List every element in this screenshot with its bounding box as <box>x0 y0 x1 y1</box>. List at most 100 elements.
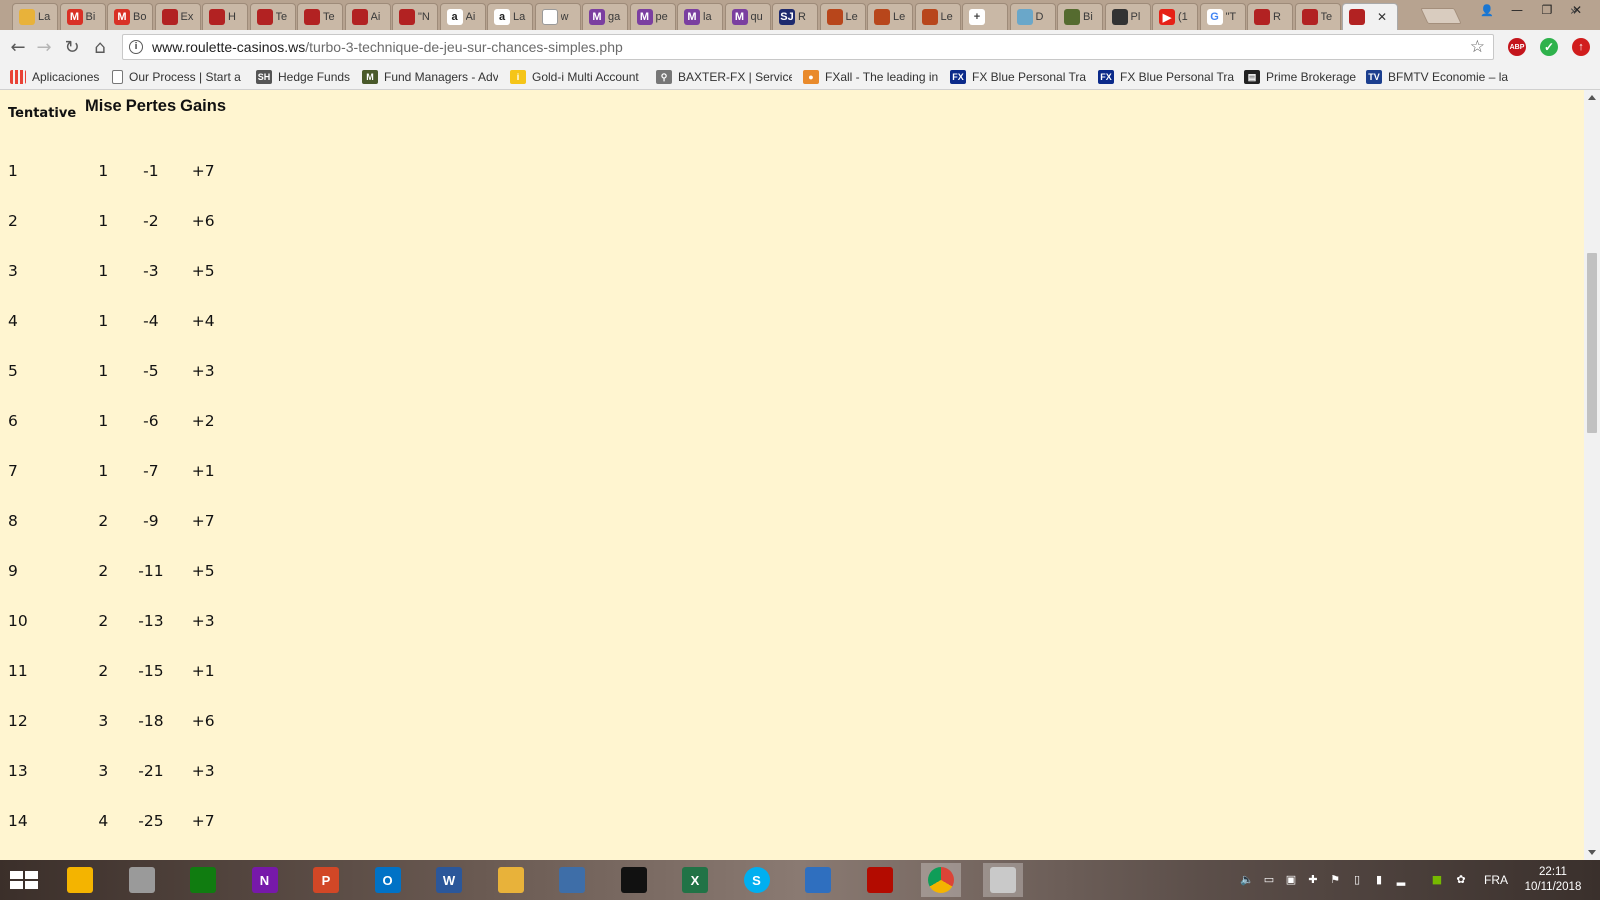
close-tab-icon[interactable]: ✕ <box>1377 10 1387 24</box>
browser-tab[interactable]: Mga <box>582 3 628 30</box>
taskbar-word-button[interactable]: W <box>429 863 469 897</box>
tray-window-icon[interactable]: ▭ <box>1262 872 1276 886</box>
bookmark-item[interactable]: i Gold-i Multi Account <box>510 68 644 86</box>
taskbar-owl-app-button[interactable] <box>552 863 592 897</box>
bookmarks-overflow-icon[interactable]: » <box>1570 4 1578 19</box>
taskbar-chrome-canary-button[interactable] <box>60 863 100 897</box>
browser-tab[interactable]: ▶ (1 <box>1152 3 1198 30</box>
browser-tab[interactable]: M Bi <box>59 3 106 30</box>
bookmark-item[interactable]: M Fund Managers - Adv <box>362 68 498 86</box>
url-text[interactable]: www.roulette-casinos.ws/turbo-3-techniqu… <box>152 39 623 55</box>
taskbar-store-button[interactable] <box>183 863 223 897</box>
tray-network-app-icon[interactable]: ▣ <box>1284 872 1298 886</box>
system-clock[interactable]: 22:11 10/11/2018 <box>1518 865 1588 895</box>
bookmark-item[interactable]: FX FX Blue Personal Trac <box>1098 68 1234 86</box>
mise-table: Tentative Mise Pertes Gains 1 1 -1 +7 2 1 -2 +6… <box>6 94 228 832</box>
browser-tab[interactable]: D <box>1009 3 1056 30</box>
browser-tab[interactable]: "N <box>392 3 438 30</box>
youtube-icon: ▶ <box>1159 9 1175 25</box>
tray-flag-icon[interactable]: ⚑ <box>1328 872 1342 886</box>
browser-tab[interactable]: Le <box>867 3 913 30</box>
new-tab-button[interactable] <box>1420 8 1462 24</box>
taskbar-wolf-app-button[interactable] <box>614 863 654 897</box>
back-icon[interactable]: ← <box>6 35 30 59</box>
browser-tab[interactable]: a La <box>487 3 533 30</box>
page-scrollbar[interactable] <box>1584 90 1600 860</box>
wifi-signal-icon[interactable]: ▂ <box>1394 872 1408 886</box>
scroll-up-arrow-icon[interactable] <box>1588 95 1596 100</box>
browser-tab[interactable]: Te <box>1294 3 1341 30</box>
check-extension-icon[interactable]: ✓ <box>1540 38 1558 56</box>
taskbar-network-app-button[interactable] <box>798 863 838 897</box>
taskbar-powerpoint-button[interactable]: P <box>306 863 346 897</box>
address-bar[interactable]: i www.roulette-casinos.ws/turbo-3-techni… <box>122 34 1494 60</box>
bookmark-item[interactable]: ● FXall - The leading in <box>803 68 939 86</box>
bookmark-item[interactable]: Aplicaciones <box>10 68 102 86</box>
browser-tab[interactable]: Mla <box>677 3 723 30</box>
start-button[interactable] <box>6 866 40 894</box>
tab-label: R <box>1273 11 1281 23</box>
bookmark-star-icon[interactable]: ☆ <box>1470 37 1485 57</box>
bookmark-item[interactable]: Our Process | Start a <box>112 68 244 86</box>
browser-tab[interactable]: a Ai <box>439 3 486 30</box>
bookmark-item[interactable]: ⚲ BAXTER-FX | Services <box>656 68 792 86</box>
site-info-icon[interactable]: i <box>129 40 143 54</box>
paint-icon <box>989 867 1016 893</box>
taskbar-acrobat-button[interactable] <box>860 863 900 897</box>
language-indicator[interactable]: FRA <box>1484 873 1508 887</box>
tray-green-plus-icon[interactable]: ✚ <box>1306 872 1320 886</box>
browser-tab[interactable]: + <box>962 3 1008 30</box>
taskbar-outlook-button[interactable]: O <box>368 863 408 897</box>
volume-icon[interactable]: 🔈 <box>1240 872 1254 886</box>
nvidia-icon[interactable]: ■ <box>1430 872 1444 886</box>
cell-tentative: 14 <box>8 812 28 830</box>
bookmark-item[interactable]: ▤ Prime Brokerage <box>1244 68 1356 86</box>
tray-leaf-icon[interactable]: ✿ <box>1454 872 1468 886</box>
browser-tab[interactable]: G "T <box>1199 3 1246 30</box>
taskbar-chrome-button[interactable] <box>921 863 961 897</box>
browser-tab[interactable]: Te <box>249 3 296 30</box>
browser-tab[interactable]: Mpe <box>629 3 676 30</box>
upload-extension-icon[interactable]: ↑ <box>1572 38 1590 56</box>
minimize-button[interactable]: — <box>1502 0 1532 20</box>
reload-icon[interactable]: ↻ <box>60 35 84 59</box>
profile-icon[interactable]: 👤 <box>1472 0 1502 20</box>
browser-tab[interactable]: Te <box>297 3 343 30</box>
browser-tab[interactable]: R <box>1247 3 1293 30</box>
tray-battery-icon[interactable]: ▮ <box>1372 872 1386 886</box>
adblock-plus-icon[interactable]: ABP <box>1508 38 1526 56</box>
bookmark-item[interactable]: SH Hedge Funds <box>256 68 354 86</box>
taskbar-excel-button[interactable]: X <box>675 863 715 897</box>
fxblue-icon: FX <box>950 70 966 84</box>
tray-usb-icon[interactable]: ▯ <box>1350 872 1364 886</box>
table-row: 11 2 -15 +1 <box>6 632 228 682</box>
browser-tab[interactable]: Ai <box>344 3 391 30</box>
browser-tab[interactable]: La <box>12 3 58 30</box>
browser-tab[interactable]: w <box>534 3 581 30</box>
browser-tab[interactable]: Le <box>914 3 961 30</box>
table-row: 2 1 -2 +6 <box>6 182 228 232</box>
cell-gains: +7 <box>191 812 215 830</box>
scroll-down-arrow-icon[interactable] <box>1588 850 1596 855</box>
browser-tab[interactable]: Pl <box>1104 3 1151 30</box>
taskbar-skype-button[interactable]: S <box>737 863 777 897</box>
taskbar-explorer-button[interactable] <box>491 863 531 897</box>
browser-toolbar: ← → ↻ ⌂ i www.roulette-casinos.ws/turbo-… <box>0 30 1600 64</box>
browser-tab[interactable]: H <box>202 3 248 30</box>
browser-tab[interactable]: Ex <box>154 3 201 30</box>
bookmark-item[interactable]: TV BFMTV Economie – la <box>1366 68 1508 86</box>
browser-tab[interactable]: Bi <box>1057 3 1103 30</box>
forward-icon[interactable]: → <box>32 35 56 59</box>
scroll-thumb[interactable] <box>1587 253 1597 433</box>
browser-tab[interactable]: ✕ <box>1342 3 1398 30</box>
bookmark-item[interactable]: FX FX Blue Personal Trac <box>950 68 1086 86</box>
taskbar-onenote-button[interactable]: N <box>245 863 285 897</box>
browser-tab[interactable]: M Bo <box>107 3 153 30</box>
taskbar-paint-button[interactable] <box>982 863 1023 897</box>
home-icon[interactable]: ⌂ <box>88 35 112 59</box>
restore-button[interactable]: ❐ <box>1532 0 1562 20</box>
taskbar-notepad-button[interactable] <box>122 863 162 897</box>
browser-tab[interactable]: Mqu <box>724 3 771 30</box>
browser-tab[interactable]: SJ R <box>772 3 818 30</box>
browser-tab[interactable]: Le <box>819 3 866 30</box>
